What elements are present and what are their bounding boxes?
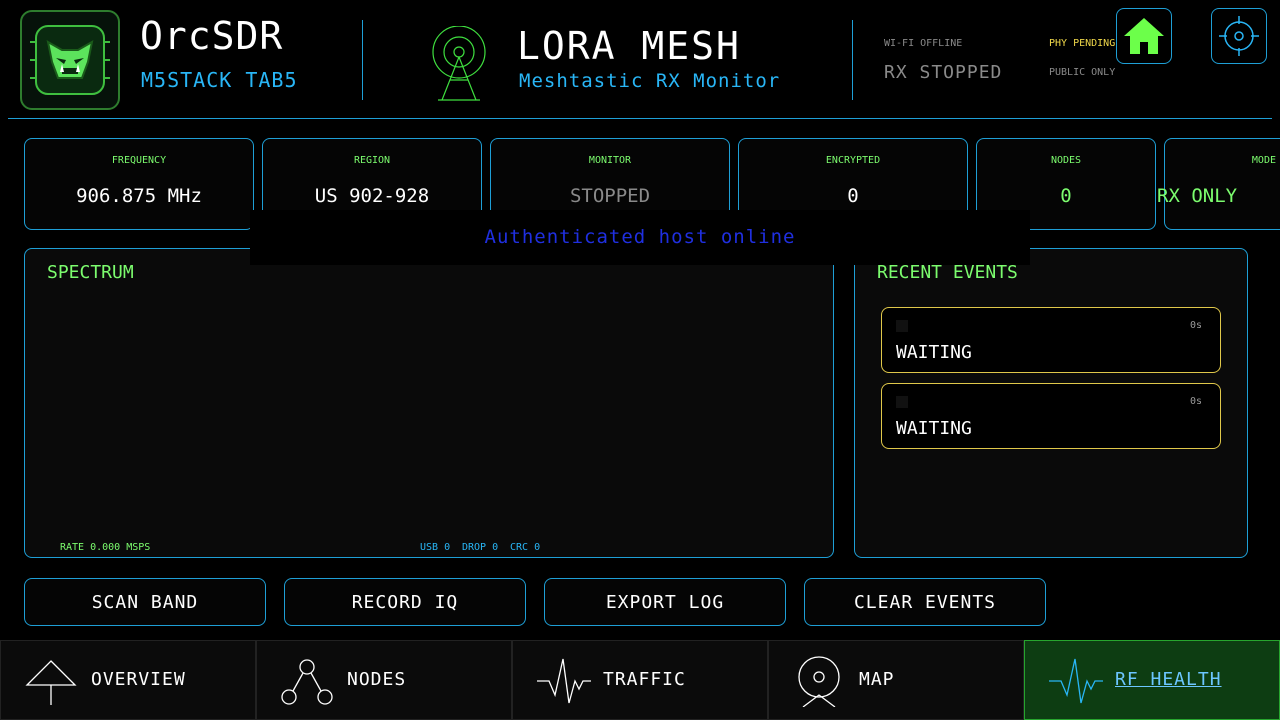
nav-label: NODES xyxy=(347,669,407,690)
toast-message: Authenticated host online xyxy=(484,226,796,248)
home-button[interactable] xyxy=(1116,8,1172,64)
map-pin-icon xyxy=(798,656,840,707)
pulse-icon xyxy=(1049,658,1103,704)
nav-tab-traffic[interactable]: TRAFFIC xyxy=(512,640,768,720)
antenna-icon xyxy=(428,25,490,102)
header-divider xyxy=(362,20,363,100)
stat-card-mode: MODE RX ONLY xyxy=(1157,138,1280,230)
nav-label: RF HEALTH xyxy=(1115,669,1222,690)
stat-value: US 902-928 xyxy=(314,185,430,207)
clear-events-button[interactable]: CLEAR EVENTS xyxy=(804,578,1046,626)
triangle-icon xyxy=(25,660,77,705)
stat-value: STOPPED xyxy=(569,185,651,207)
header-divider xyxy=(852,20,853,100)
nav-label: TRAFFIC xyxy=(603,669,686,690)
stat-label: FREQUENCY xyxy=(111,155,167,166)
nav-tab-nodes[interactable]: NODES xyxy=(256,640,512,720)
nav-tab-map[interactable]: MAP xyxy=(768,640,1024,720)
spectrum-panel: SPECTRUM RATE 0.000 MSPS USB 0 DROP 0 CR… xyxy=(24,248,834,558)
stat-label: REGION xyxy=(353,155,391,166)
stat-value: 906.875 MHz xyxy=(76,185,202,207)
nav-tab-overview[interactable]: OVERVIEW xyxy=(0,640,256,720)
event-text: WAITING xyxy=(896,418,972,439)
scan-band-button[interactable]: SCAN BAND xyxy=(24,578,266,626)
event-age: 0s xyxy=(1189,320,1202,331)
phy-status: PHY PENDING xyxy=(1049,38,1116,49)
event-indicator xyxy=(896,320,908,332)
app-title: OrcSDR xyxy=(140,14,284,58)
wifi-status: WI-FI OFFLINE xyxy=(884,38,963,49)
mode-title: LORA MESH xyxy=(517,24,741,68)
event-text: WAITING xyxy=(896,342,972,363)
export-log-button[interactable]: EXPORT LOG xyxy=(544,578,786,626)
drop-count: DROP 0 xyxy=(462,542,499,553)
event-item[interactable]: 0s WAITING xyxy=(881,383,1221,449)
toast-notification: Authenticated host online xyxy=(250,210,1030,265)
spectrum-title: SPECTRUM xyxy=(47,262,134,283)
stat-value: 0 xyxy=(1060,185,1072,207)
access-status: PUBLIC ONLY xyxy=(1049,67,1116,78)
header-rule xyxy=(8,118,1272,119)
pulse-icon xyxy=(537,658,591,704)
stat-label: ENCRYPTED xyxy=(825,155,881,166)
crosshair-icon xyxy=(1219,16,1259,56)
usb-count: USB 0 xyxy=(420,542,451,553)
stat-label: NODES xyxy=(1050,155,1082,166)
nav-tab-rf-health[interactable]: RF HEALTH xyxy=(1024,640,1280,720)
orc-face-icon xyxy=(30,25,110,95)
target-button[interactable] xyxy=(1211,8,1267,64)
stat-label: MONITOR xyxy=(588,155,632,166)
home-icon xyxy=(1124,18,1164,54)
events-title: RECENT EVENTS xyxy=(877,262,1018,283)
stat-label: MODE xyxy=(1251,155,1276,166)
stat-value: RX ONLY xyxy=(1157,185,1238,207)
nav-label: OVERVIEW xyxy=(91,669,186,690)
event-item[interactable]: 0s WAITING xyxy=(881,307,1221,373)
stat-value: 0 xyxy=(847,185,859,207)
rx-status: RX STOPPED xyxy=(884,62,1003,83)
sample-rate: RATE 0.000 MSPS xyxy=(60,542,151,553)
orc-logo xyxy=(20,10,120,110)
app-subtitle: M5STACK TAB5 xyxy=(141,68,298,92)
recent-events-panel: RECENT EVENTS 0s WAITING 0s WAITING xyxy=(854,248,1248,558)
mode-subtitle: Meshtastic RX Monitor xyxy=(519,70,781,92)
event-age: 0s xyxy=(1189,396,1202,407)
crc-count: CRC 0 xyxy=(510,542,541,553)
network-icon xyxy=(281,659,333,705)
event-indicator xyxy=(896,396,908,408)
nav-label: MAP xyxy=(859,669,895,690)
stat-card-frequency: FREQUENCY 906.875 MHz xyxy=(24,138,254,230)
record-iq-button[interactable]: RECORD IQ xyxy=(284,578,526,626)
